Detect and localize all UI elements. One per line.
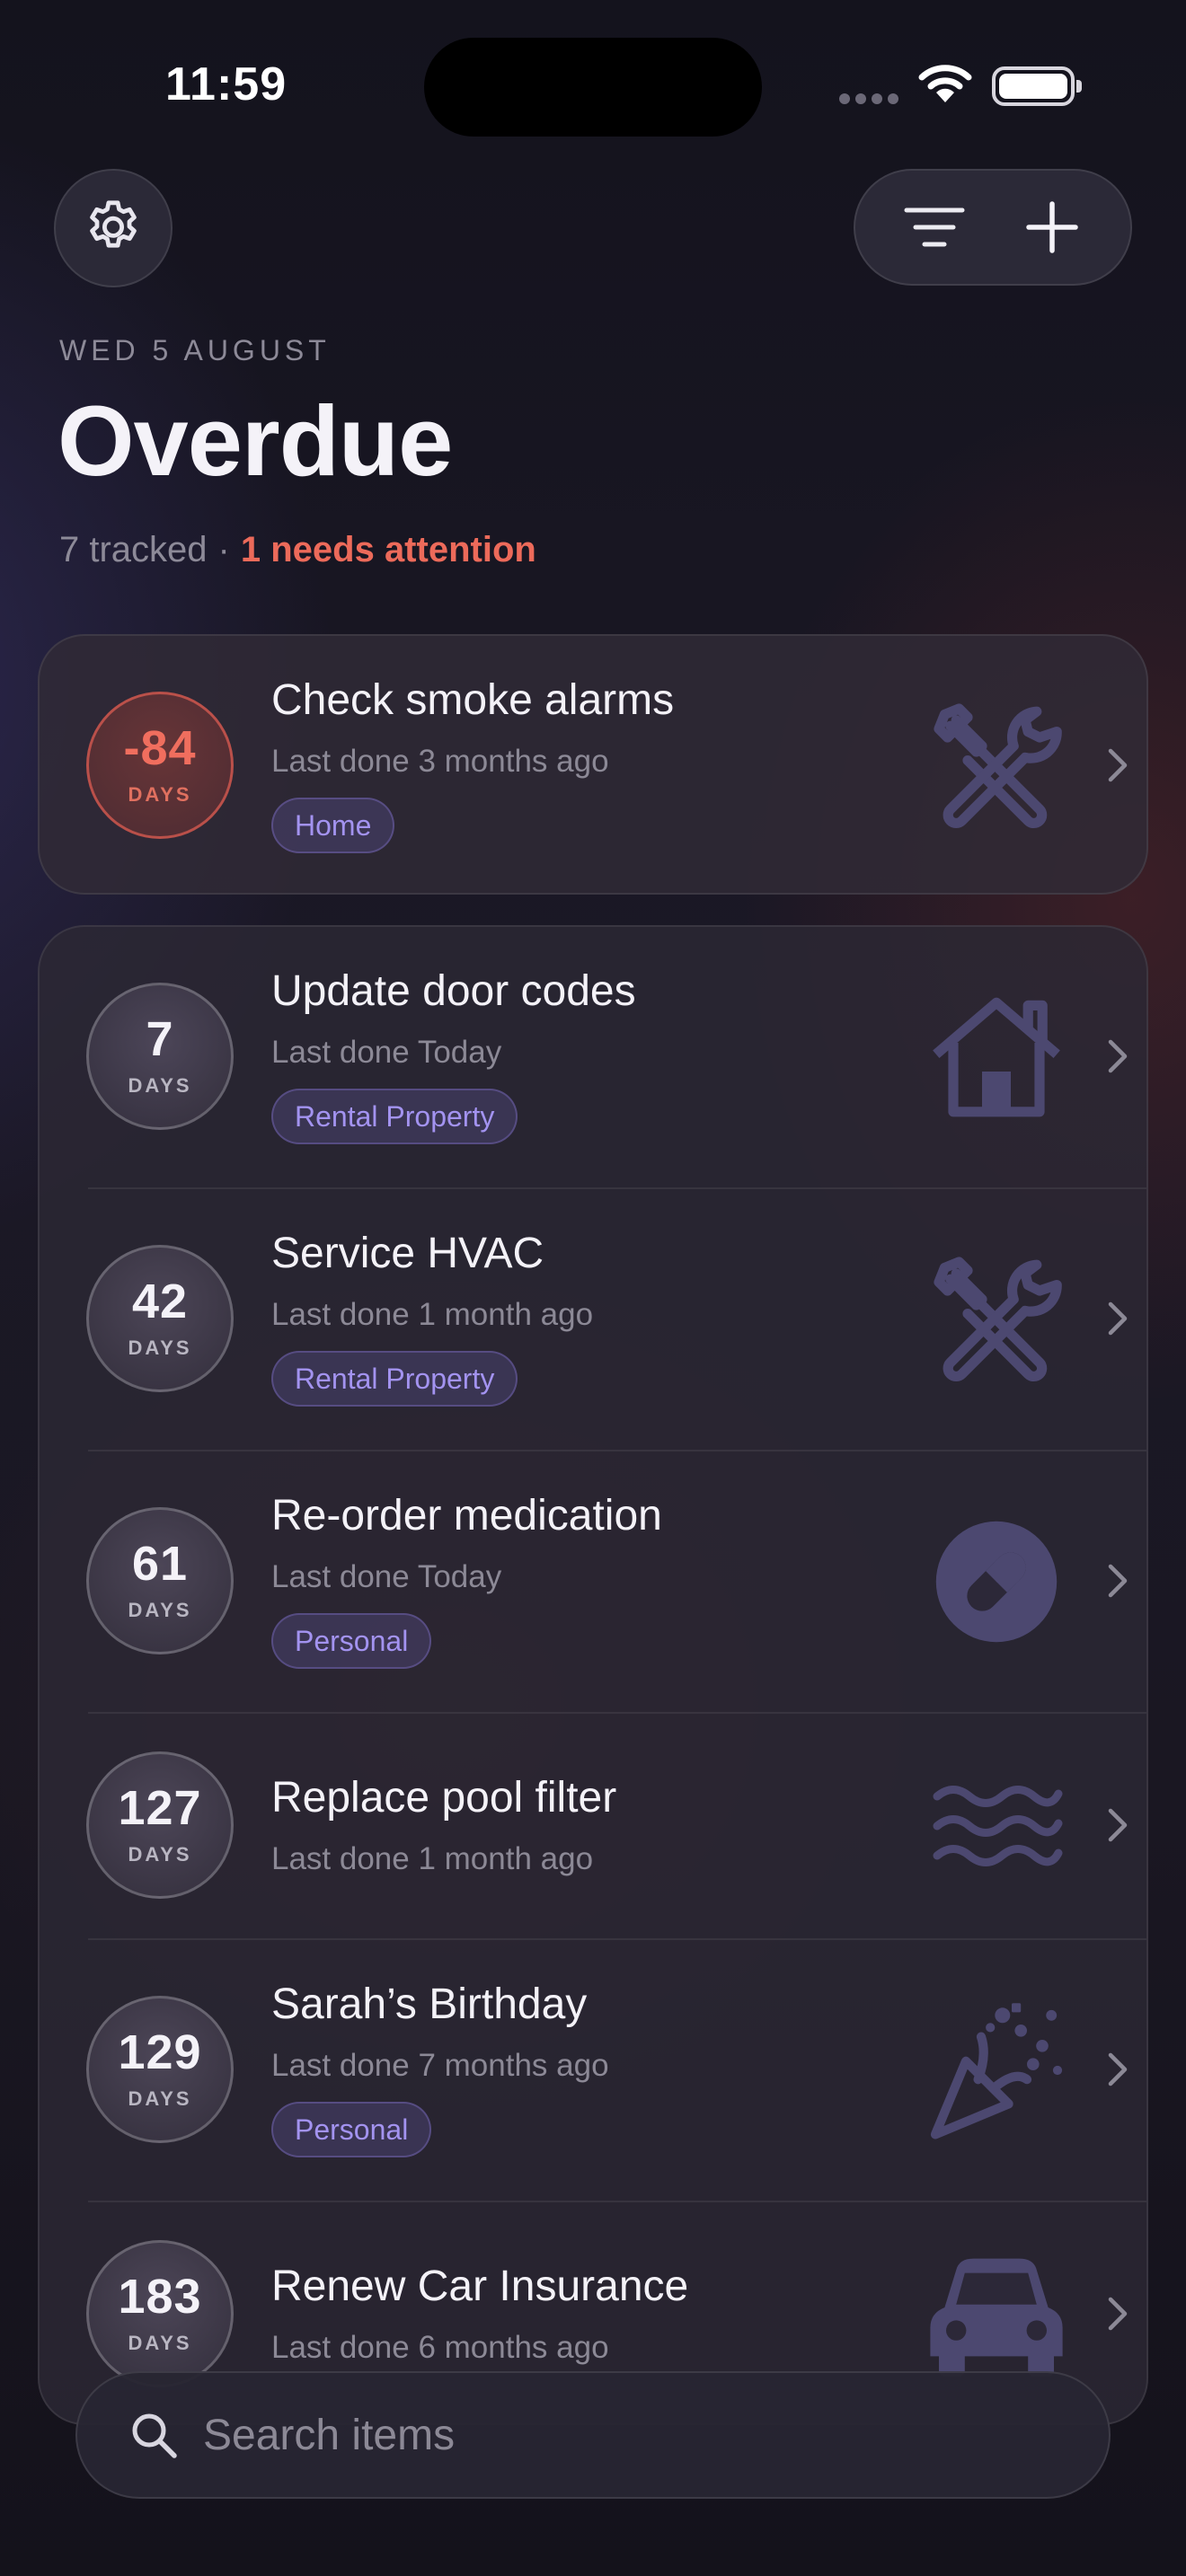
- days-value: 7: [146, 1012, 174, 1066]
- days-badge: 7 DAYS: [86, 983, 234, 1130]
- chevron-right-icon: [1100, 738, 1136, 792]
- item-tag: Rental Property: [271, 1089, 518, 1144]
- days-unit: DAYS: [128, 783, 192, 806]
- days-badge: 42 DAYS: [86, 1245, 234, 1392]
- item-tag: Personal: [271, 1613, 432, 1669]
- add-item-button[interactable]: [1003, 178, 1102, 277]
- days-value: 129: [118, 2025, 202, 2079]
- item-last-done: Last done 1 month ago: [271, 1841, 594, 1876]
- item-last-done: Last done 3 months ago: [271, 744, 609, 779]
- summary-line: 7 tracked · 1 needs attention: [59, 530, 536, 570]
- item-tag: Home: [271, 798, 395, 853]
- dynamic-island: [424, 38, 762, 137]
- chevron-right-icon: [1100, 2042, 1136, 2096]
- chevron-right-icon: [1100, 1798, 1136, 1852]
- days-unit: DAYS: [128, 2332, 192, 2354]
- item-last-done: Last done Today: [271, 1035, 502, 1070]
- item-title: Re-order medication: [271, 1492, 662, 1539]
- wifi-icon: [918, 65, 972, 102]
- days-badge: 127 DAYS: [86, 1751, 234, 1899]
- days-unit: DAYS: [128, 2087, 192, 2110]
- days-badge: 61 DAYS: [86, 1507, 234, 1654]
- days-unit: DAYS: [128, 1843, 192, 1866]
- item-title: Service HVAC: [271, 1230, 544, 1277]
- pill-icon: [920, 1505, 1073, 1658]
- item-title: Renew Car Insurance: [271, 2263, 689, 2310]
- list-item[interactable]: 129 DAYS Sarah’s Birthday Last done 7 mo…: [40, 1938, 1146, 2201]
- filter-button[interactable]: [885, 178, 984, 277]
- car-icon: [920, 2238, 1073, 2391]
- summary-separator: ·: [217, 530, 230, 569]
- days-value: 127: [118, 1781, 202, 1835]
- tracked-count: 7 tracked: [59, 530, 208, 569]
- search-bar[interactable]: [75, 2371, 1111, 2499]
- days-value: 183: [118, 2270, 202, 2324]
- list-item[interactable]: 127 DAYS Replace pool filter Last done 1…: [40, 1712, 1146, 1938]
- tools-icon: [920, 690, 1073, 842]
- cellular-signal-icon: [839, 93, 898, 104]
- divider: [88, 1450, 1146, 1451]
- overdue-item-card[interactable]: -84 DAYS Check smoke alarms Last done 3 …: [38, 634, 1148, 895]
- days-unit: DAYS: [128, 1599, 192, 1621]
- days-badge: 183 DAYS: [86, 2240, 234, 2387]
- days-unit: DAYS: [128, 1074, 192, 1097]
- house-icon: [920, 981, 1073, 1134]
- item-title: Update door codes: [271, 967, 636, 1015]
- gear-icon: [90, 200, 137, 248]
- filter-icon: [904, 207, 964, 247]
- chevron-right-icon: [1100, 1292, 1136, 1345]
- days-badge: 129 DAYS: [86, 1996, 234, 2143]
- days-value: -84: [123, 721, 197, 775]
- item-title: Replace pool filter: [271, 1774, 617, 1822]
- items-list-card: 7 DAYS Update door codes Last done Today…: [38, 925, 1148, 2425]
- item-title: Sarah’s Birthday: [271, 1981, 588, 2028]
- days-value: 42: [131, 1275, 189, 1328]
- water-waves-icon: [920, 1750, 1073, 1902]
- list-item[interactable]: 61 DAYS Re-order medication Last done To…: [40, 1450, 1146, 1712]
- chevron-right-icon: [1100, 2287, 1136, 2341]
- days-value: 61: [131, 1537, 189, 1591]
- divider: [88, 1938, 1146, 1940]
- page-title: Overdue: [58, 386, 453, 497]
- item-tag: Personal: [271, 2102, 432, 2157]
- days-badge: -84 DAYS: [86, 692, 234, 839]
- app-screen: 11:59 WED 5 AUGUST Overdue 7 tracked · 1…: [0, 0, 1186, 2576]
- item-last-done: Last done Today: [271, 1559, 502, 1594]
- divider: [88, 1712, 1146, 1714]
- battery-icon: [992, 66, 1082, 106]
- days-unit: DAYS: [128, 1337, 192, 1359]
- settings-button[interactable]: [54, 169, 173, 287]
- item-last-done: Last done 1 month ago: [271, 1297, 594, 1332]
- list-item[interactable]: 7 DAYS Update door codes Last done Today…: [40, 927, 1146, 1187]
- item-tag: Rental Property: [271, 1351, 518, 1407]
- divider: [88, 2201, 1146, 2202]
- status-time: 11:59: [165, 58, 288, 110]
- item-title: Check smoke alarms: [271, 676, 675, 724]
- tools-icon: [920, 1243, 1073, 1396]
- list-item[interactable]: -84 DAYS Check smoke alarms Last done 3 …: [40, 636, 1146, 893]
- chevron-right-icon: [1100, 1554, 1136, 1608]
- plus-icon: [1025, 201, 1078, 253]
- divider: [88, 1187, 1146, 1189]
- search-icon: [132, 2413, 177, 2458]
- party-popper-icon: [920, 1994, 1073, 2147]
- attention-count: 1 needs attention: [240, 530, 536, 569]
- chevron-right-icon: [1100, 1029, 1136, 1083]
- current-date: WED 5 AUGUST: [59, 334, 331, 366]
- item-last-done: Last done 6 months ago: [271, 2330, 609, 2365]
- search-input[interactable]: [203, 2410, 1012, 2460]
- list-item[interactable]: 42 DAYS Service HVAC Last done 1 month a…: [40, 1187, 1146, 1450]
- item-last-done: Last done 7 months ago: [271, 2048, 609, 2083]
- toolbar-pill: [854, 169, 1132, 286]
